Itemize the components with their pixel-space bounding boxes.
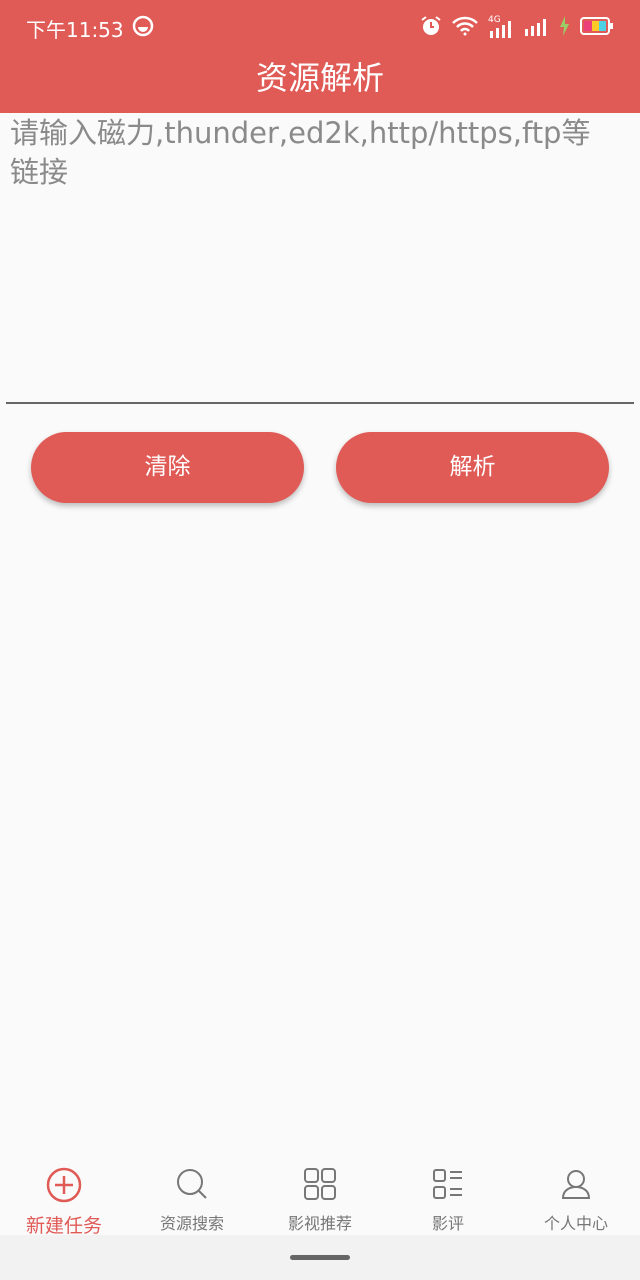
status-bar: 下午11:53 4G [0,0,640,56]
signal-4g-icon: 4G [488,15,514,39]
user-icon [558,1166,594,1206]
list-icon [430,1166,466,1206]
clear-button[interactable]: 清除 [31,432,304,503]
system-nav-bar [0,1235,640,1280]
tab-movie-recommend[interactable]: 影视推荐 [256,1152,384,1235]
tab-profile[interactable]: 个人中心 [512,1152,640,1235]
plus-circle-icon [45,1166,83,1209]
battery-icon [580,16,614,40]
tab-new-task[interactable]: 新建任务 [0,1152,128,1237]
alarm-icon [420,15,442,41]
link-input-placeholder: 请输入磁力,thunder,ed2k,http/https,ftp等链接 [10,116,591,189]
tab-label: 影评 [431,1214,464,1233]
app-notification-icon [132,15,154,42]
page-title: 资源解析 [255,59,384,97]
parse-button[interactable]: 解析 [336,432,609,503]
bottom-tab-bar: 新建任务 资源搜索 影视推荐 影评 个人中心 [0,1152,640,1237]
charging-icon [558,15,570,41]
tab-resource-search[interactable]: 资源搜索 [128,1152,256,1235]
wifi-icon [452,16,478,40]
tab-reviews[interactable]: 影评 [384,1152,512,1235]
search-icon [174,1166,210,1206]
tab-label: 个人中心 [543,1214,608,1233]
status-time: 下午11:53 [26,17,124,42]
grid-icon [302,1166,338,1206]
home-gesture-handle[interactable] [290,1255,350,1260]
tab-label: 新建任务 [25,1215,102,1237]
app-header: 下午11:53 4G 资源解析 [0,0,640,113]
signal-icon [524,15,548,41]
tab-label: 影视推荐 [287,1214,352,1233]
tab-label: 资源搜索 [159,1214,224,1233]
